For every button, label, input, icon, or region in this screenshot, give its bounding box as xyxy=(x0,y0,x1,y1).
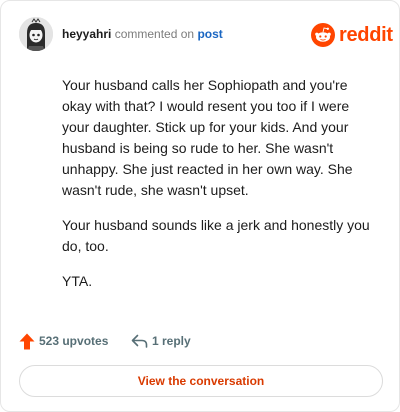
comment-paragraph: Your husband calls her Sophiopath and yo… xyxy=(62,77,353,198)
avatar-image xyxy=(19,17,53,51)
comment-body: Your husband calls her Sophiopath and yo… xyxy=(62,75,380,306)
post-link[interactable]: post xyxy=(197,27,222,41)
comment-meta: heyyahri commented on post xyxy=(62,27,223,41)
view-conversation-button[interactable]: View the conversation xyxy=(19,365,383,397)
comment-footer: 523 upvotes 1 reply xyxy=(19,329,385,353)
comment-card: heyyahri commented on post reddit Your h… xyxy=(0,0,400,412)
comment-header: heyyahri commented on post reddit xyxy=(19,17,393,53)
reply-count: 1 reply xyxy=(152,334,191,348)
upvote-button[interactable]: 523 upvotes xyxy=(19,331,108,351)
reddit-brand[interactable]: reddit xyxy=(311,21,393,49)
upvote-arrow-icon xyxy=(19,333,35,349)
brand-wordmark: reddit xyxy=(339,24,393,46)
username[interactable]: heyyahri xyxy=(62,27,111,41)
upvote-count: 523 upvotes xyxy=(39,334,109,348)
action-text: commented on xyxy=(114,27,195,41)
user-avatar[interactable] xyxy=(19,17,53,51)
comment-paragraph: YTA. xyxy=(62,273,93,289)
reddit-snoo-icon xyxy=(311,23,335,47)
reply-button[interactable]: 1 reply xyxy=(131,331,191,351)
reply-arrow-icon xyxy=(131,334,148,348)
comment-paragraph: Your husband sounds like a jerk and hone… xyxy=(62,217,370,254)
